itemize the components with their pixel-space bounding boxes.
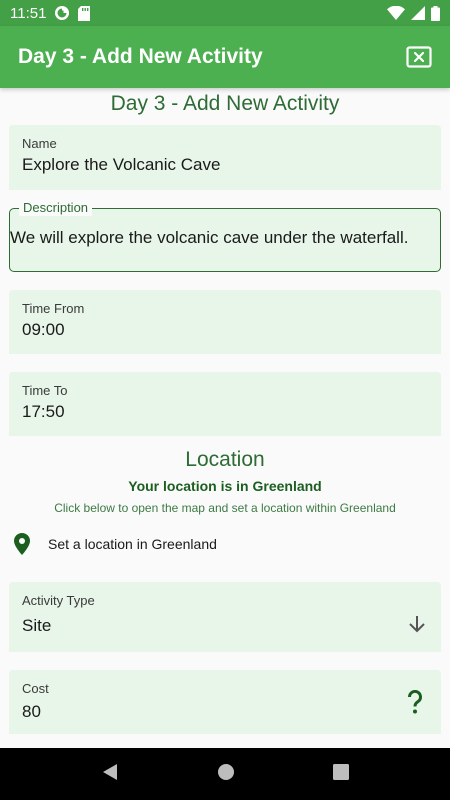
- map-pin-icon: [14, 533, 30, 555]
- navigation-bar: [0, 748, 450, 800]
- time-from-field[interactable]: Time From 09:00: [9, 290, 441, 354]
- name-field[interactable]: Name Explore the Volcanic Cave: [9, 125, 441, 190]
- close-box-icon: [406, 46, 432, 68]
- description-label: Description: [19, 200, 93, 216]
- activity-type-value: Site: [22, 616, 52, 635]
- time-to-label: Time To: [22, 383, 68, 398]
- activity-type-label: Activity Type: [22, 593, 95, 608]
- name-value[interactable]: Explore the Volcanic Cave: [22, 155, 220, 175]
- home-button[interactable]: [217, 763, 235, 786]
- back-button[interactable]: [101, 763, 119, 786]
- sd-card-icon: [78, 5, 91, 21]
- cost-field[interactable]: Cost 80: [9, 670, 441, 734]
- time-to-value[interactable]: 17:50: [22, 402, 65, 422]
- question-mark-icon: [407, 690, 422, 714]
- recents-button[interactable]: [333, 763, 349, 785]
- page-title: Day 3 - Add New Activity: [110, 92, 340, 115]
- signal-icon: [411, 6, 425, 20]
- name-label: Name: [22, 136, 57, 151]
- cost-help-button[interactable]: [407, 690, 423, 719]
- set-location-label: Set a location in Greenland: [48, 536, 217, 552]
- sync-app-icon: [54, 5, 70, 21]
- arrow-down-icon: [409, 616, 425, 633]
- location-hint: Click below to open the map and set a lo…: [54, 501, 396, 515]
- time-to-field[interactable]: Time To 17:50: [9, 372, 441, 436]
- location-heading: Location: [185, 448, 265, 471]
- set-location-button[interactable]: Set a location in Greenland: [14, 533, 217, 555]
- cost-value[interactable]: 80: [22, 702, 41, 722]
- back-triangle-icon: [103, 763, 117, 780]
- cost-label: Cost: [22, 681, 49, 696]
- description-value[interactable]: We will explore the volcanic cave under …: [10, 228, 440, 248]
- status-time: 11:51: [10, 4, 47, 22]
- time-from-value[interactable]: 09:00: [22, 320, 65, 340]
- status-bar: 11:51: [0, 0, 450, 26]
- form-content[interactable]: Day 3 - Add New Activity Name Explore th…: [0, 88, 450, 748]
- battery-icon: [431, 5, 440, 21]
- recents-square-icon: [333, 763, 349, 780]
- description-field[interactable]: Description We will explore the volcanic…: [9, 200, 441, 272]
- time-from-label: Time From: [22, 301, 85, 316]
- dropdown-button[interactable]: [407, 614, 427, 639]
- location-status: Your location is in Greenland: [128, 478, 322, 494]
- home-circle-icon: [218, 763, 234, 780]
- activity-type-select[interactable]: Activity Type Site: [9, 582, 441, 652]
- close-button[interactable]: [406, 46, 432, 68]
- wifi-icon: [387, 6, 405, 20]
- app-bar-title: Day 3 - Add New Activity: [18, 45, 263, 68]
- app-bar: Day 3 - Add New Activity: [0, 26, 450, 88]
